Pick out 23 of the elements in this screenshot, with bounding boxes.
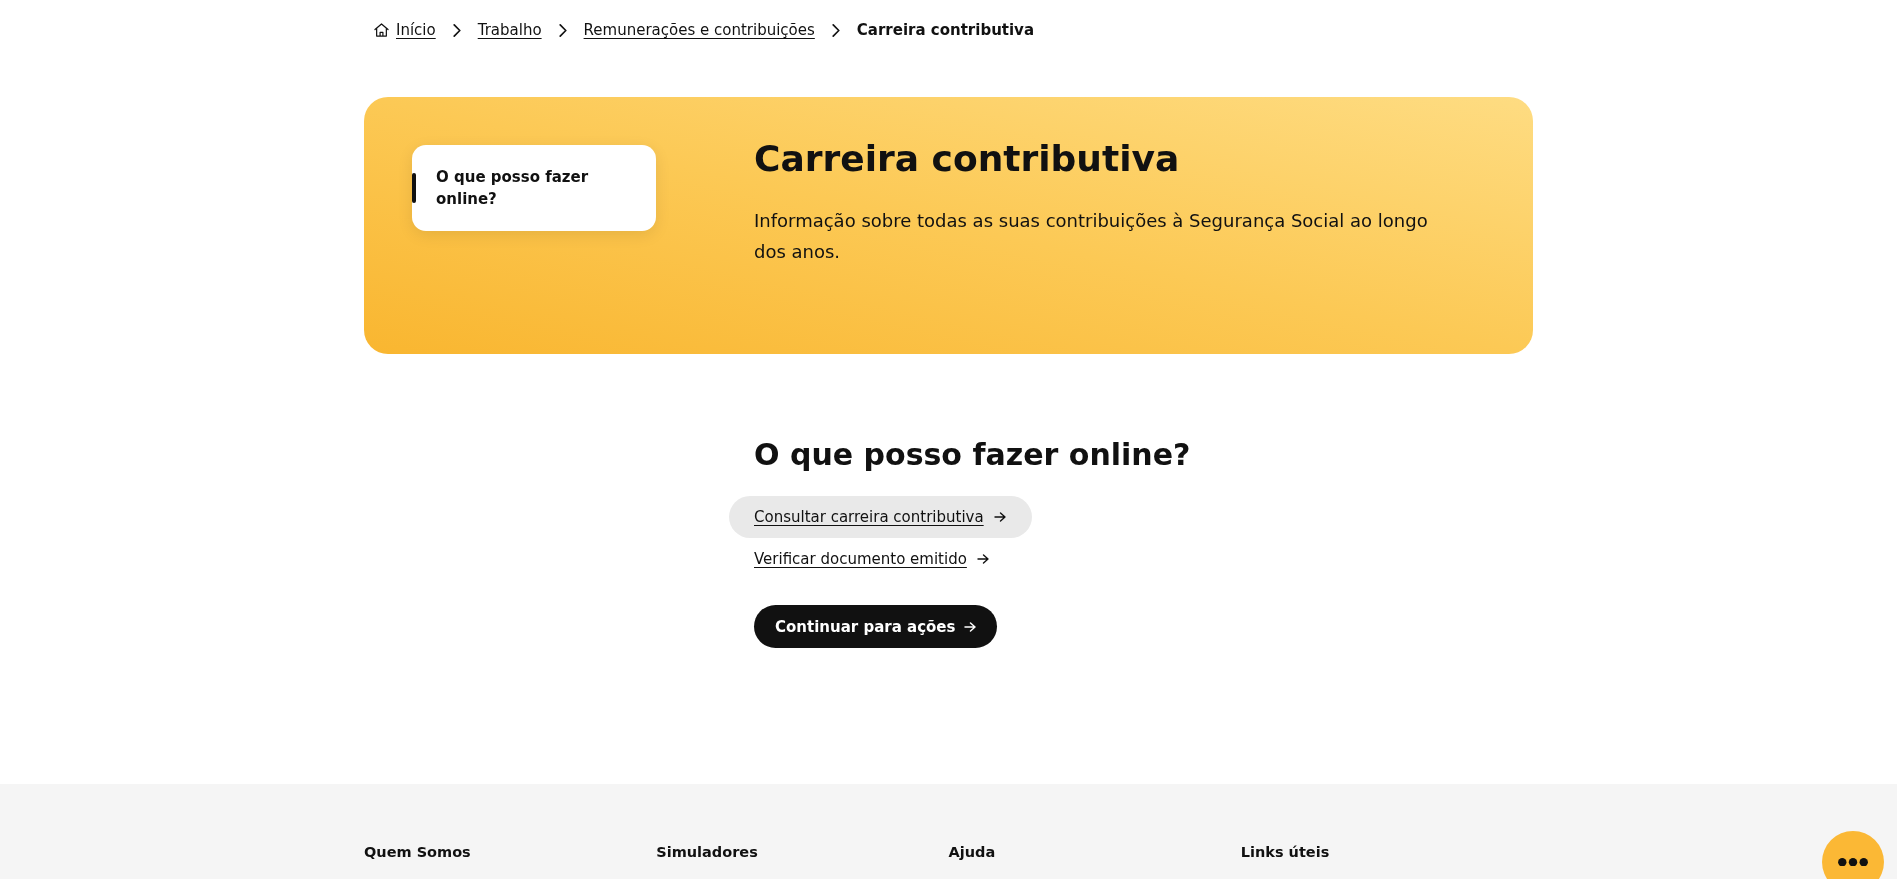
footer-heading: Links úteis: [1240, 843, 1330, 862]
chevron-right-icon: [831, 23, 840, 37]
footer-heading: Simuladores: [656, 843, 758, 862]
breadcrumb-link[interactable]: Início: [374, 19, 436, 41]
section-heading: O que posso fazer online?: [754, 436, 1192, 474]
service-link[interactable]: Consultar carreira contributiva: [729, 496, 1032, 538]
service-link[interactable]: Verificar documento emitido: [729, 538, 1015, 580]
arrow-right-icon: [964, 621, 977, 632]
page-description: Informação sobre todas as suas contribuições à Segurança Social ao longo dos anos.: [754, 209, 1429, 264]
breadcrumb-link[interactable]: Remunerações e contribuições: [583, 19, 815, 41]
home-icon: [374, 23, 389, 37]
footer-heading: Quem Somos: [364, 843, 471, 862]
breadcrumb-current: Carreira contributiva: [856, 20, 1035, 41]
ellipsis-icon: [1838, 857, 1868, 867]
arrow-right-icon: [993, 512, 1006, 522]
continue-button[interactable]: Continuar para ações: [754, 605, 998, 648]
chevron-right-icon: [452, 23, 461, 37]
page-title: Carreira contributiva: [754, 137, 1181, 181]
footer-heading: Ajuda: [948, 843, 996, 862]
chevron-right-icon: [558, 23, 567, 37]
arrow-right-icon: [976, 554, 989, 564]
breadcrumb-link[interactable]: Trabalho: [477, 19, 542, 41]
side-nav-link[interactable]: O que posso fazer online?: [412, 145, 656, 231]
